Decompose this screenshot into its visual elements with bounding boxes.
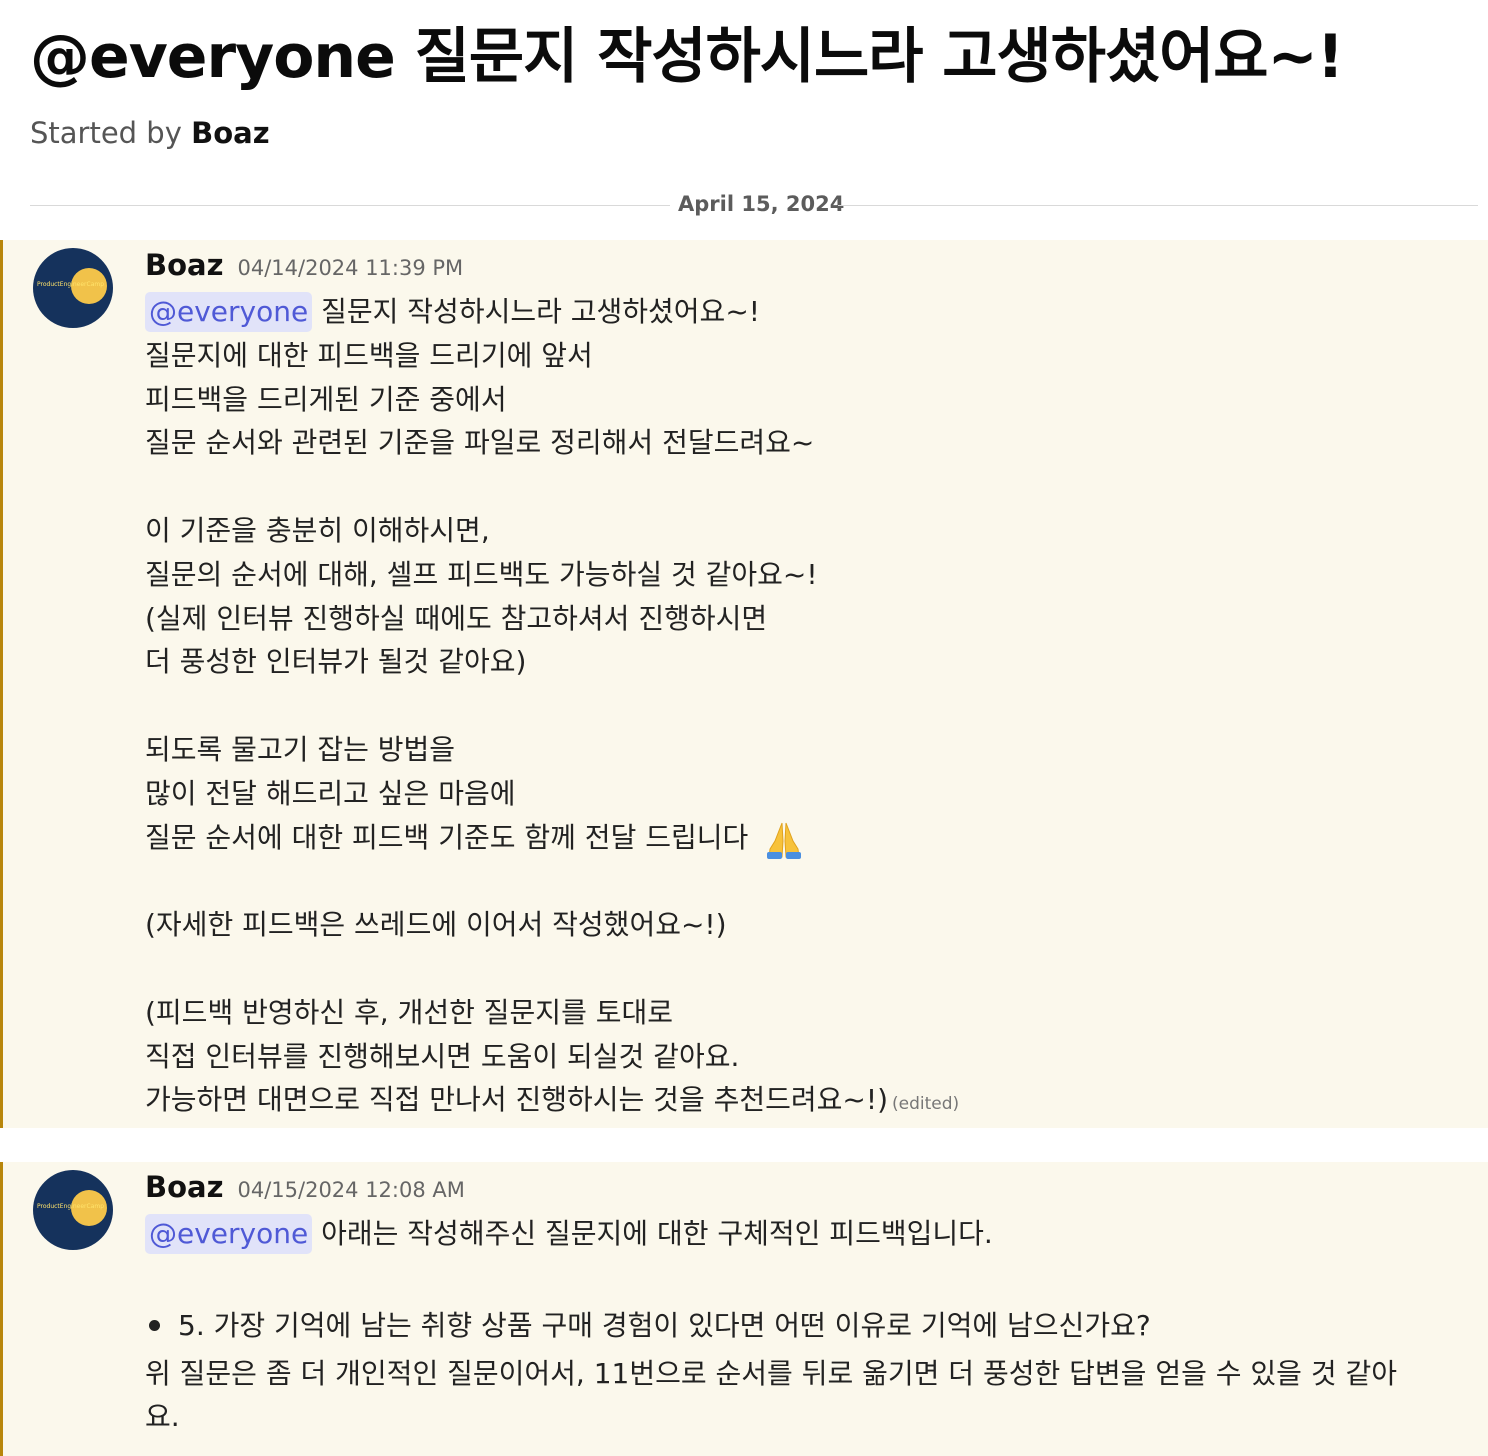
message-text: 가능하면 대면으로 직접 만나서 진행하시는 것을 추천드려요~!) [145, 1083, 889, 1117]
message-line: 많이 전달 해드리고 싶은 마음에 [145, 776, 516, 810]
message-line [145, 684, 1428, 728]
message-text: 질문지 작성하시느라 고생하셨어요~! [312, 295, 761, 328]
message-line: (피드백 반영하신 후, 개선한 질문지를 토대로 [145, 995, 674, 1029]
message-header: Boaz 04/14/2024 11:39 PM [145, 248, 463, 288]
message-line [145, 947, 1428, 991]
thread-page: @everyone 질문지 작성하시느라 고생하셨어요~! Started by… [0, 0, 1488, 1456]
divider-line-right [838, 205, 1478, 206]
message-line [145, 859, 1428, 903]
message-text: 질문 순서에 대한 피드백 기준도 함께 전달 드립니다 [145, 820, 749, 854]
mention-everyone[interactable]: @everyone [145, 292, 313, 332]
edited-label: (edited) [892, 1094, 960, 1115]
message-line: 더 풍성한 인터뷰가 될것 같아요) [145, 645, 527, 679]
message-paragraph: 위 질문은 좀 더 개인적인 질문이어서, 11번으로 순서를 뒤로 옮기면 더… [145, 1356, 1397, 1433]
bullet-icon [149, 1320, 160, 1332]
mention-everyone[interactable]: @everyone [145, 1214, 313, 1254]
message-line: 질문의 순서에 대해, 셀프 피드백도 가능하실 것 같아요~! [145, 557, 818, 591]
message-line: @everyone 질문지 작성하시느라 고생하셨어요~! [145, 290, 1428, 334]
message-line: @everyone 아래는 작성해주신 질문지에 대한 구체적인 피드백입니다. [145, 1212, 1428, 1256]
author-name[interactable]: Boaz [145, 248, 223, 282]
message-line: (자세한 피드백은 쓰레드에 이어서 작성했어요~!) [145, 908, 727, 942]
message-line: 질문지에 대한 피드백을 드리기에 앞서 [145, 338, 593, 372]
date-divider: April 15, 2024 [30, 188, 1478, 222]
list-item: 5. 가장 기억에 남는 취향 상품 구매 경험이 있다면 어떤 이유로 기억에… [145, 1300, 1428, 1352]
date-divider-label: April 15, 2024 [678, 192, 845, 216]
started-by-label: Started by [30, 116, 192, 150]
thread-starter: Started by Boaz [30, 114, 270, 152]
message-line: 피드백을 드리게된 기준 중에서 [145, 382, 507, 416]
folded-hands-icon [761, 819, 807, 859]
divider-line-left [30, 205, 670, 206]
list-item-text: 5. 가장 기억에 남는 취향 상품 구매 경험이 있다면 어떤 이유로 기억에… [178, 1308, 1151, 1342]
message-timestamp[interactable]: 04/14/2024 11:39 PM [237, 256, 463, 280]
message-header: Boaz 04/15/2024 12:08 AM [145, 1170, 465, 1210]
message-timestamp[interactable]: 04/15/2024 12:08 AM [237, 1178, 464, 1202]
message[interactable]: ProductEngineerCamp Boaz 04/15/2024 12:08… [0, 1162, 1488, 1456]
message-line: 이 기준을 충분히 이해하시면, [145, 513, 490, 547]
avatar-logo-text: ProductEngineerCamp [37, 281, 105, 288]
message-line: 직접 인터뷰를 진행해보시면 도움이 되실것 같아요. [145, 1039, 740, 1073]
message-text: 아래는 작성해주신 질문지에 대한 구체적인 피드백입니다. [312, 1217, 993, 1250]
message[interactable]: ProductEngineerCamp Boaz 04/14/2024 11:39… [0, 240, 1488, 1128]
message-body: @everyone 질문지 작성하시느라 고생하셨어요~! 질문지에 대한 피드… [145, 290, 1428, 1127]
avatar-logo-text: ProductEngineerCamp [37, 1203, 105, 1210]
message-line: 되도록 물고기 잡는 방법을 [145, 732, 456, 766]
message-line: 질문 순서와 관련된 기준을 파일로 정리해서 전달드려요~ [145, 426, 815, 460]
thread-title: @everyone 질문지 작성하시느라 고생하셨어요~! [30, 22, 1344, 92]
message-body: @everyone 아래는 작성해주신 질문지에 대한 구체적인 피드백입니다.… [145, 1212, 1428, 1438]
author-name[interactable]: Boaz [145, 1170, 223, 1204]
message-line: 가능하면 대면으로 직접 만나서 진행하시는 것을 추천드려요~!) (edite… [145, 1078, 1428, 1127]
message-line: 질문 순서에 대한 피드백 기준도 함께 전달 드립니다 [145, 816, 1428, 860]
avatar[interactable]: ProductEngineerCamp [33, 1170, 113, 1250]
message-line [145, 465, 1428, 509]
avatar[interactable]: ProductEngineerCamp [33, 248, 113, 328]
message-line: (실제 인터뷰 진행하실 때에도 참고하셔서 진행하시면 [145, 601, 768, 635]
starter-name[interactable]: Boaz [191, 116, 269, 150]
